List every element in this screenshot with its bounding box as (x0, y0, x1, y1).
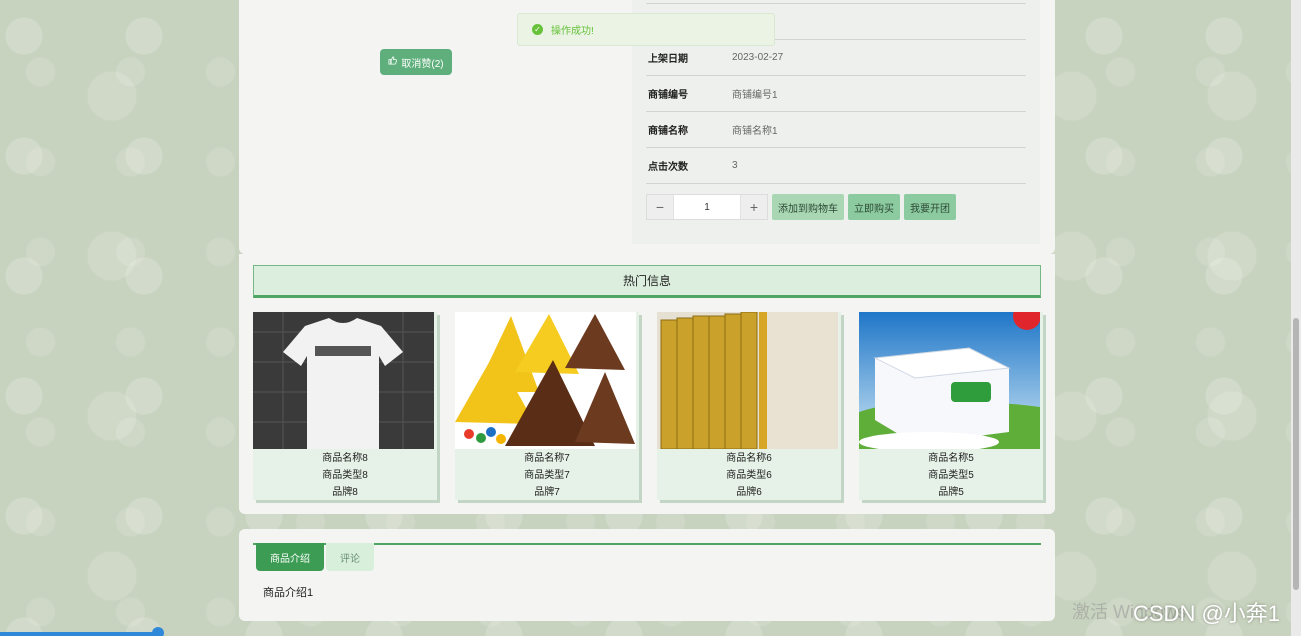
info-value: 商铺名称1 (732, 126, 778, 137)
hot-info-title: 热门信息 (253, 265, 1041, 298)
add-to-cart-button[interactable]: 添加到购物车 (772, 194, 844, 220)
hot-item-card[interactable]: 商品名称8 商品类型8 品牌8 (253, 312, 437, 500)
quantity-input[interactable]: 1 (673, 195, 741, 219)
buy-now-button[interactable]: 立即购买 (848, 194, 900, 220)
scrollbar-thumb[interactable] (1293, 318, 1299, 590)
info-key: 商铺编号 (648, 90, 688, 101)
toast-message: 操作成功! (551, 26, 594, 37)
info-value: 2023-02-27 (732, 52, 784, 63)
hot-item-brand: 品牌6 (736, 487, 762, 498)
hot-item-name: 商品名称6 (726, 453, 772, 464)
info-row-click-count: 点击次数 3 (646, 147, 1026, 183)
hot-item-type: 商品类型6 (726, 470, 772, 481)
info-value: 3 (732, 160, 738, 171)
progress-handle[interactable] (152, 627, 164, 636)
page-scrollbar[interactable] (1291, 0, 1301, 636)
video-progress-bar[interactable] (0, 632, 160, 636)
check-circle-icon: ✓ (532, 24, 543, 35)
tshirt-image (253, 312, 434, 449)
info-key: 商铺名称 (648, 126, 688, 137)
hot-item-card[interactable]: 商品名称6 商品类型6 品牌6 (657, 312, 841, 500)
tab-comments[interactable]: 评论 (326, 543, 374, 571)
info-key: 点击次数 (648, 162, 688, 173)
hot-item-brand: 品牌8 (332, 487, 358, 498)
product-tabs-panel: 商品介绍 评论 商品介绍1 (239, 529, 1055, 621)
books-image (657, 312, 838, 449)
thumbs-up-icon (388, 56, 398, 68)
info-row-shop-name: 商铺名称 商铺名称1 (646, 111, 1026, 147)
hot-item-card[interactable]: 商品名称5 商品类型5 品牌5 (859, 312, 1043, 500)
hot-item-type: 商品类型5 (928, 470, 974, 481)
quantity-decrease-button[interactable]: − (647, 195, 673, 219)
hot-item-brand: 品牌5 (938, 487, 964, 498)
hot-item-card[interactable]: 商品名称7 商品类型7 品牌7 (455, 312, 639, 500)
csdn-watermark: CSDN @小奔1 (1133, 601, 1281, 626)
purchase-actions: − 1 + 添加到购物车 立即购买 我要开团 (646, 194, 956, 220)
hot-item-name: 商品名称8 (322, 453, 368, 464)
success-toast: ✓ 操作成功! (517, 13, 775, 46)
info-divider (646, 183, 1026, 184)
hot-item-name: 商品名称5 (928, 453, 974, 464)
chocolate-image (455, 312, 636, 449)
hot-item-brand: 品牌7 (534, 487, 560, 498)
group-buy-button[interactable]: 我要开团 (904, 194, 956, 220)
product-intro-text: 商品介绍1 (263, 587, 314, 599)
hot-item-name: 商品名称7 (524, 453, 570, 464)
hot-item-type: 商品类型7 (524, 470, 570, 481)
info-row-shop-number: 商铺编号 商铺编号1 (646, 75, 1026, 111)
quantity-stepper: − 1 + (646, 194, 768, 220)
info-key: 上架日期 (648, 54, 688, 65)
hot-item-type: 商品类型8 (322, 470, 368, 481)
unlike-button-label: 取消赞(2) (401, 58, 444, 70)
quantity-increase-button[interactable]: + (741, 195, 767, 219)
milk-box-image (859, 312, 1040, 449)
tab-product-intro[interactable]: 商品介绍 (256, 543, 324, 571)
unlike-button[interactable]: 取消赞(2) (380, 49, 452, 75)
info-value: 商铺编号1 (732, 90, 778, 101)
hot-info-panel: 热门信息 商品名称8 商品类型8 品牌8 商品名称7 商品类型7 品牌7 商品名… (239, 254, 1055, 514)
